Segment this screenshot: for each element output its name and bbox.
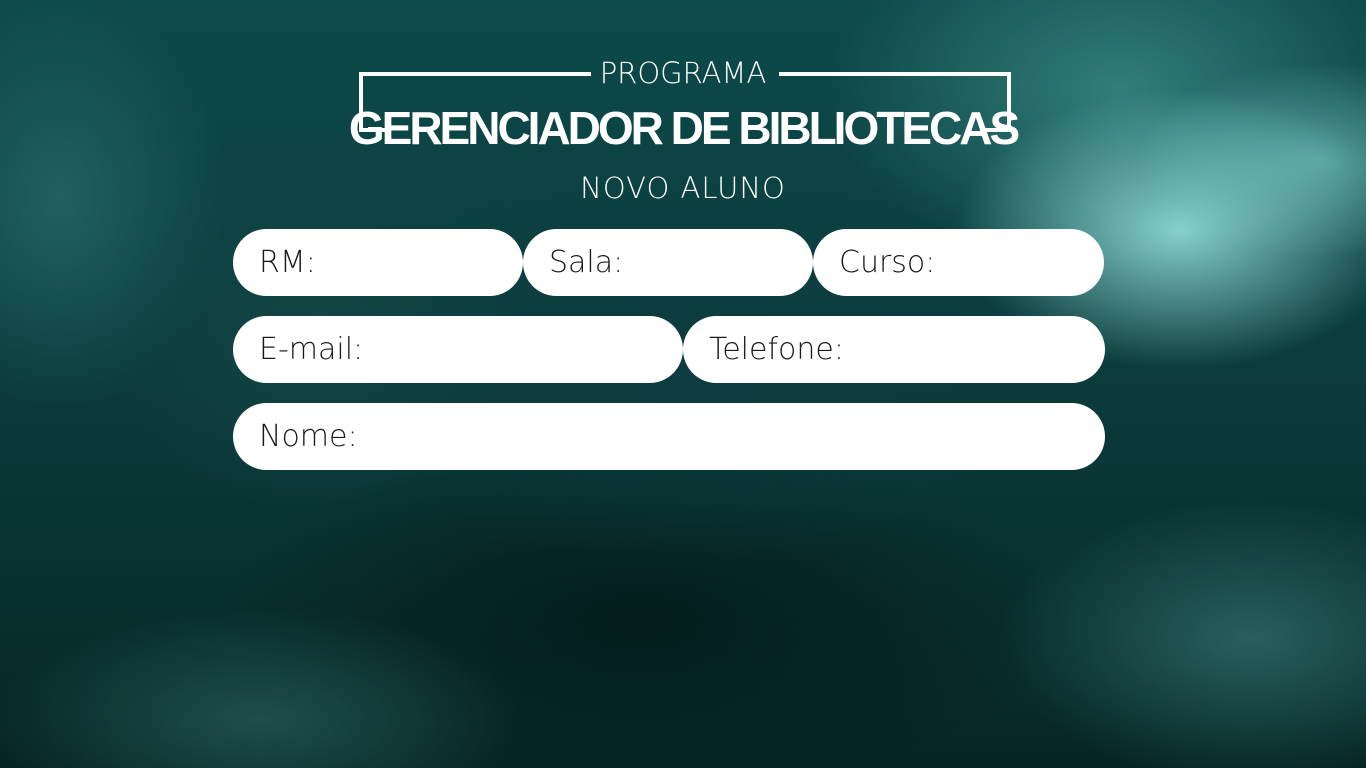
rm-input[interactable] — [325, 246, 497, 279]
program-label: PROGRAMA — [599, 56, 767, 90]
page-subtitle: NOVO ALUNO — [580, 171, 786, 205]
telefone-input[interactable] — [853, 333, 1079, 366]
rm-field[interactable]: RM: — [233, 229, 523, 296]
nome-label: Nome: — [259, 419, 358, 454]
curso-label: Curso: — [839, 245, 936, 280]
sala-field[interactable]: Sala: — [523, 229, 813, 296]
email-label: E-mail: — [259, 332, 364, 367]
email-input[interactable] — [373, 333, 657, 366]
sala-input[interactable] — [633, 246, 787, 279]
telefone-label: Telefone: — [709, 332, 844, 367]
curso-field[interactable]: Curso: — [813, 229, 1104, 296]
app-title: GERENCIADOR DE BIBLIOTECAS — [348, 102, 1020, 154]
nome-field[interactable]: Nome: — [233, 403, 1105, 470]
sala-label: Sala: — [549, 245, 624, 280]
email-field[interactable]: E-mail: — [233, 316, 683, 383]
nome-input[interactable] — [367, 420, 1079, 453]
curso-input[interactable] — [945, 246, 1078, 279]
rm-label: RM: — [259, 245, 316, 280]
telefone-field[interactable]: Telefone: — [683, 316, 1105, 383]
